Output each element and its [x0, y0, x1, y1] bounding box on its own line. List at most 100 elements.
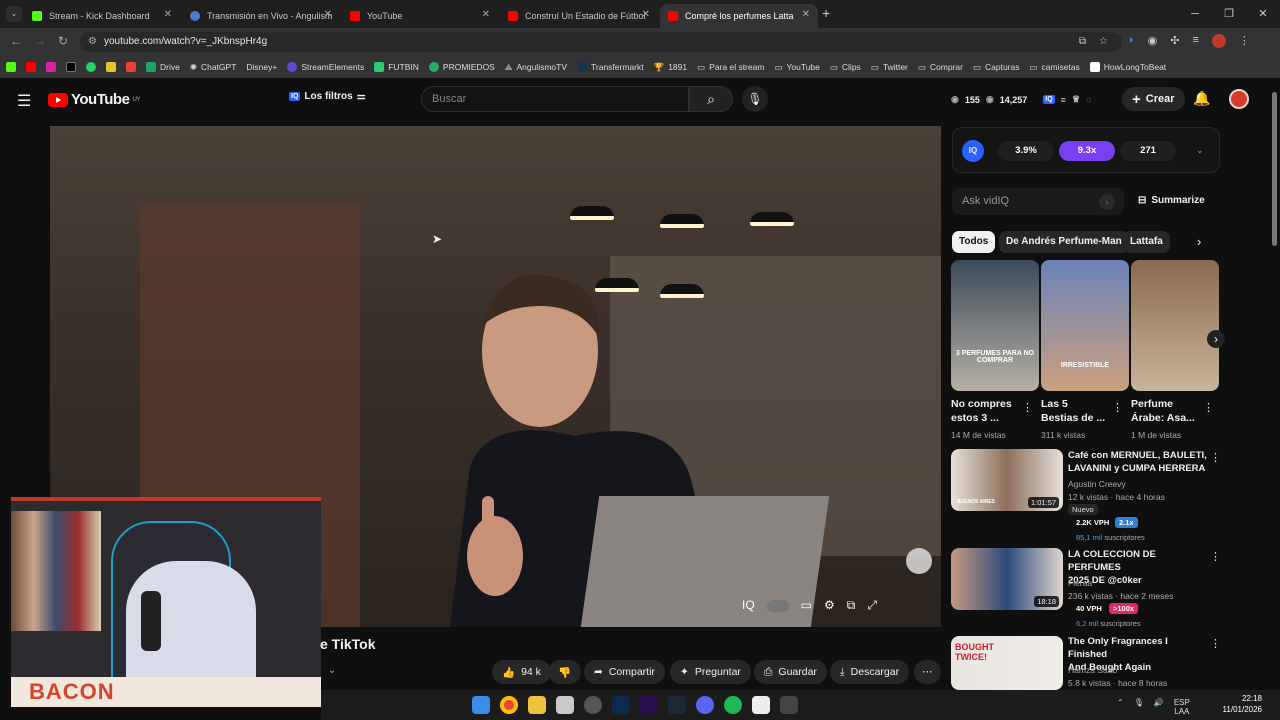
bookmark-icon[interactable] — [106, 62, 116, 72]
chip-andres[interactable]: De Andrés Perfume-Man — [999, 231, 1129, 253]
vidiq-logo[interactable]: IQ — [962, 140, 984, 162]
chip-lattafa[interactable]: Lattafa — [1123, 231, 1170, 253]
short-thumbnail-2[interactable]: IRRESISTIBLE — [1041, 260, 1129, 391]
bookmark-folder-twitter[interactable]: ▭ Twitter — [871, 62, 908, 73]
miniplayer-icon[interactable]: ⧉ — [847, 598, 856, 613]
extension-icon[interactable]: ◉ — [1148, 34, 1158, 48]
gmail-bookmark-icon[interactable] — [126, 62, 136, 72]
profile-avatar[interactable] — [1211, 34, 1226, 48]
photoshop-icon[interactable] — [612, 696, 630, 714]
tab-estadio[interactable]: Construí Un Estadio de Fútbol ✕ — [500, 4, 658, 28]
bookmark-disney[interactable]: Disney+ — [246, 62, 277, 72]
ask-send-icon[interactable]: › — [1099, 194, 1115, 210]
app-icon[interactable] — [780, 696, 798, 714]
short-menu-icon[interactable]: ⋮ — [1022, 401, 1033, 414]
filters-button[interactable]: IQ Los filtros ⚌ — [289, 91, 366, 102]
summarize-button[interactable]: ⊟ Summarize — [1138, 195, 1205, 206]
bookmark-promiedos[interactable]: PROMIEDOS — [428, 62, 495, 72]
reload-icon[interactable]: ↻ — [58, 34, 68, 48]
close-tab-icon[interactable]: ✕ — [324, 9, 332, 20]
close-tab-icon[interactable]: ✕ — [642, 9, 650, 20]
search-button[interactable]: ⌕ — [689, 86, 733, 112]
tab-perfumes-active[interactable]: Compré los perfumes Latta ✕ — [660, 4, 818, 28]
short-title-2[interactable]: Las 5 Bestias de ... — [1041, 397, 1107, 425]
related-channel-3[interactable]: Hamza Saab — [1068, 665, 1117, 675]
short-menu-icon[interactable]: ⋮ — [1112, 401, 1123, 414]
bookmark-folder-youtube[interactable]: ▭ YouTube — [774, 62, 819, 73]
install-icon[interactable]: ⧉ — [1079, 32, 1086, 52]
related-channel-1[interactable]: Agustin Creevy — [1068, 479, 1126, 489]
ask-button[interactable]: ✦ Preguntar — [670, 660, 751, 684]
address-bar[interactable]: ⚙ youtube.com/watch?v=_JKbnspHr4g ☆ ⧉ — [80, 32, 1122, 52]
like-button[interactable]: 👍 94 k — [492, 660, 551, 684]
bookmark-folder-comprar[interactable]: ▭ Comprar — [918, 62, 963, 73]
hamburger-menu-icon[interactable]: ☰ — [17, 91, 31, 111]
tab-kick-dashboard[interactable]: Stream - Kick Dashboard ✕ — [24, 4, 180, 28]
instagram-bookmark-icon[interactable] — [46, 62, 56, 72]
whatsapp-bookmark-icon[interactable] — [86, 62, 96, 72]
related-title-1[interactable]: Café con MERNUEL, BAULETI, LAVANINI y CUM… — [1068, 449, 1208, 475]
youtube-bookmark-icon[interactable] — [26, 62, 36, 72]
voice-search-button[interactable]: 🎙 — [742, 86, 768, 112]
taskbar-clock[interactable]: 22:18 11/01/2026 — [1223, 693, 1262, 715]
forward-icon[interactable]: → — [34, 34, 46, 48]
list-icon[interactable]: ≡ — [1061, 95, 1066, 105]
download-button[interactable]: ⤓ Descargar — [830, 660, 910, 684]
subtitles-icon[interactable]: ▭ — [801, 598, 812, 613]
chat-icon[interactable]: ◌ — [1086, 95, 1091, 105]
share-button[interactable]: ➦ Compartir — [584, 660, 665, 684]
tab-search-button[interactable]: ⌄ — [6, 6, 22, 22]
related-thumbnail-1[interactable]: BUENOS AIRES 1:01:57 — [951, 449, 1063, 511]
related-menu-icon[interactable]: ⋮ — [1210, 451, 1221, 464]
vidiq-metric-engagement[interactable]: 3.9% — [998, 141, 1054, 161]
short-thumbnail-3[interactable] — [1131, 260, 1219, 391]
bookmark-howlongtobeat[interactable]: HowLongToBeat — [1089, 62, 1166, 72]
short-menu-icon[interactable]: ⋮ — [1203, 401, 1214, 414]
twitter-bookmark-icon[interactable] — [66, 62, 76, 72]
vidiq-metric-outlier[interactable]: 9.3x — [1059, 141, 1115, 161]
related-thumbnail-2[interactable]: 18:18 — [951, 548, 1063, 610]
steam-icon[interactable] — [668, 696, 686, 714]
bookmark-folder-stream[interactable]: ▭ Para el stream — [697, 62, 764, 73]
mic-tray-icon[interactable]: 🎙 — [1134, 698, 1144, 716]
minimize-icon[interactable]: ─ — [1178, 0, 1212, 28]
maximize-icon[interactable]: ❐ — [1212, 0, 1246, 28]
extension-icon[interactable]: ◗ — [1128, 34, 1135, 48]
new-tab-button[interactable]: + — [822, 5, 830, 21]
close-window-icon[interactable]: ✕ — [1246, 0, 1280, 28]
more-actions-button[interactable]: ⋯ — [914, 660, 941, 684]
bookmark-folder-capturas[interactable]: ▭ Capturas — [973, 62, 1020, 73]
bookmark-futbin[interactable]: FUTBIN — [374, 62, 419, 72]
page-scrollbar[interactable] — [1272, 92, 1277, 246]
short-title-1[interactable]: No compres estos 3 ... — [951, 397, 1017, 425]
chip-todos[interactable]: Todos — [952, 231, 996, 253]
language-indicator[interactable]: ESP LAA — [1174, 698, 1190, 716]
close-tab-icon[interactable]: ✕ — [164, 9, 172, 20]
related-menu-icon[interactable]: ⋮ — [1210, 550, 1221, 563]
notion-icon[interactable] — [752, 696, 770, 714]
tab-transmision[interactable]: Transmisión en Vivo - Angulism ✕ — [182, 4, 340, 28]
fullscreen-icon[interactable]: ⤢ — [867, 598, 877, 613]
spotify-icon[interactable] — [724, 696, 742, 714]
bookmark-streamelements[interactable]: StreamElements — [287, 62, 364, 72]
related-menu-icon[interactable]: ⋮ — [1210, 637, 1221, 650]
bookmark-drive[interactable]: Drive — [146, 62, 180, 72]
chrome-icon[interactable] — [500, 696, 518, 714]
vidiq-player-icon[interactable]: IQ — [742, 598, 755, 613]
menu-dots-icon[interactable]: ⋮ — [1239, 34, 1250, 48]
site-info-icon[interactable]: ⚙ — [88, 32, 97, 52]
kick-bookmark-icon[interactable] — [6, 62, 16, 72]
discord-icon[interactable] — [696, 696, 714, 714]
premiere-icon[interactable] — [640, 696, 658, 714]
autoplay-toggle[interactable] — [766, 600, 789, 612]
bookmark-star-icon[interactable]: ☆ — [1099, 32, 1108, 52]
trophy-icon[interactable]: ♕ — [1072, 94, 1080, 105]
bookmark-1891[interactable]: 🏆 1891 — [654, 62, 688, 73]
close-tab-icon[interactable]: ✕ — [802, 9, 810, 20]
bookmark-transfermarkt[interactable]: Transfermarkt — [577, 62, 644, 72]
tab-list-icon[interactable]: ≡ — [1192, 34, 1198, 48]
short-title-3[interactable]: Perfume Árabe: Asa... — [1131, 397, 1197, 425]
short-thumbnail-1[interactable]: 3 PERFUMES PARA NO COMPRAR — [951, 260, 1039, 391]
tab-youtube[interactable]: YouTube ✕ — [342, 4, 498, 28]
related-channel-2[interactable]: Fieraa — [1068, 578, 1092, 588]
